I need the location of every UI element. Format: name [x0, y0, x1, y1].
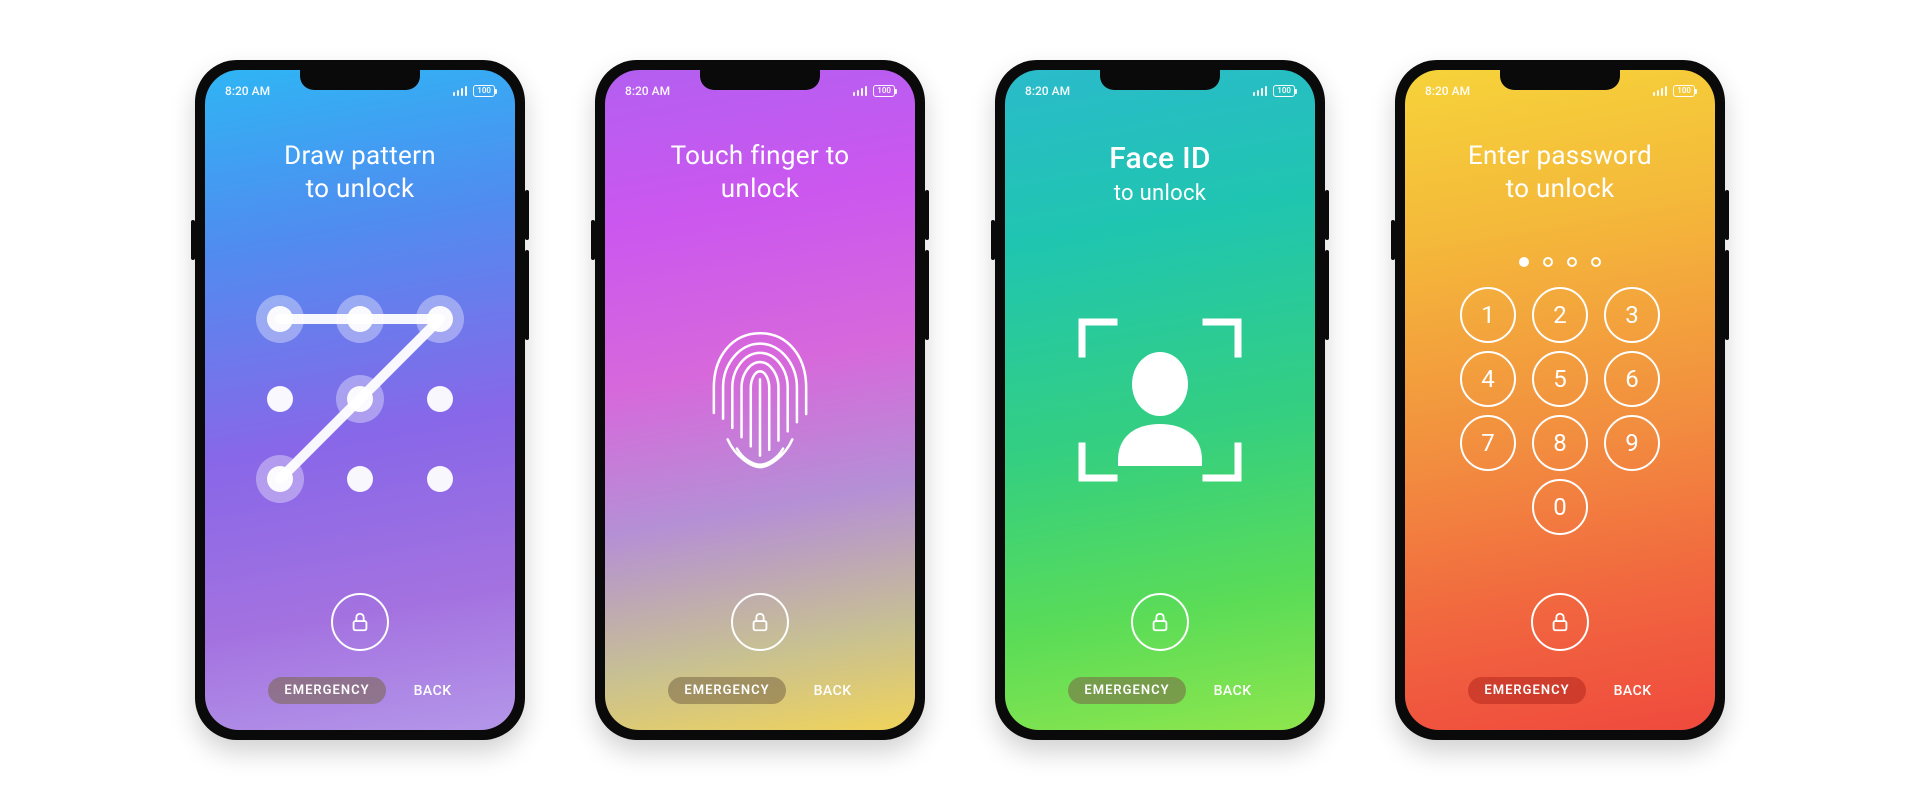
battery-icon: 100	[1273, 85, 1295, 97]
pattern-dot[interactable]	[267, 386, 293, 412]
pattern-dot[interactable]	[427, 386, 453, 412]
signal-icon	[1653, 86, 1668, 96]
status-time: 8:20 AM	[1025, 84, 1070, 98]
signal-icon	[853, 86, 868, 96]
emergency-button[interactable]: EMERGENCY	[268, 677, 385, 704]
keypad-5[interactable]: 5	[1532, 351, 1588, 407]
signal-icon	[453, 86, 468, 96]
back-button[interactable]: BACK	[1614, 683, 1652, 699]
signal-icon	[1253, 86, 1268, 96]
faceid-icon[interactable]	[1070, 310, 1250, 490]
unlock-title: Touch finger to unlock	[645, 140, 876, 205]
lock-button[interactable]	[331, 593, 389, 651]
lock-icon	[1149, 611, 1171, 633]
pattern-dot[interactable]	[347, 306, 373, 332]
screen-password: 8:20 AM 100 Enter password to unlock 1	[1405, 70, 1715, 730]
status-time: 8:20 AM	[1425, 84, 1470, 98]
emergency-button[interactable]: EMERGENCY	[1468, 677, 1585, 704]
pattern-dot[interactable]	[267, 466, 293, 492]
pin-keypad: 1 2 3 4 5 6 7 8 9 0	[1460, 257, 1660, 535]
emergency-button[interactable]: EMERGENCY	[668, 677, 785, 704]
phone-faceid: 8:20 AM 100 Face ID to unlock	[995, 60, 1325, 740]
battery-icon: 100	[473, 85, 495, 97]
keypad-0[interactable]: 0	[1532, 479, 1588, 535]
keypad-6[interactable]: 6	[1604, 351, 1660, 407]
keypad-3[interactable]: 3	[1604, 287, 1660, 343]
password-dot	[1543, 257, 1553, 267]
screen-fingerprint: 8:20 AM 100 Touch finger to unlock	[605, 70, 915, 730]
keypad-1[interactable]: 1	[1460, 287, 1516, 343]
status-time: 8:20 AM	[625, 84, 670, 98]
pattern-dot[interactable]	[347, 466, 373, 492]
keypad-7[interactable]: 7	[1460, 415, 1516, 471]
fingerprint-icon[interactable]	[700, 324, 820, 474]
keypad-8[interactable]: 8	[1532, 415, 1588, 471]
lock-icon	[349, 611, 371, 633]
lock-icon	[1549, 611, 1571, 633]
keypad-4[interactable]: 4	[1460, 351, 1516, 407]
pattern-grid[interactable]	[255, 294, 465, 504]
back-button[interactable]: BACK	[414, 683, 452, 699]
status-bar: 8:20 AM 100	[1005, 84, 1315, 98]
password-dot	[1519, 257, 1529, 267]
lock-button[interactable]	[1531, 593, 1589, 651]
emergency-button[interactable]: EMERGENCY	[1068, 677, 1185, 704]
pattern-dot[interactable]	[347, 386, 373, 412]
status-time: 8:20 AM	[225, 84, 270, 98]
status-bar: 8:20 AM 100	[205, 84, 515, 98]
password-dot	[1591, 257, 1601, 267]
back-button[interactable]: BACK	[1214, 683, 1252, 699]
unlock-title: Face ID to unlock	[1083, 140, 1237, 207]
battery-icon: 100	[873, 85, 895, 97]
keypad-9[interactable]: 9	[1604, 415, 1660, 471]
pattern-dot[interactable]	[427, 466, 453, 492]
status-bar: 8:20 AM 100	[605, 84, 915, 98]
battery-icon: 100	[1673, 85, 1695, 97]
screen-pattern: 8:20 AM 100 Draw pattern to unlock	[205, 70, 515, 730]
phone-pattern: 8:20 AM 100 Draw pattern to unlock	[195, 60, 525, 740]
password-dot	[1567, 257, 1577, 267]
lock-button[interactable]	[731, 593, 789, 651]
phone-fingerprint: 8:20 AM 100 Touch finger to unlock	[595, 60, 925, 740]
pattern-dot[interactable]	[267, 306, 293, 332]
phone-password: 8:20 AM 100 Enter password to unlock 1	[1395, 60, 1725, 740]
password-progress	[1519, 257, 1601, 267]
back-button[interactable]: BACK	[814, 683, 852, 699]
unlock-title: Draw pattern to unlock	[258, 140, 462, 205]
lock-button[interactable]	[1131, 593, 1189, 651]
unlock-title: Enter password to unlock	[1442, 140, 1678, 205]
pattern-dot[interactable]	[427, 306, 453, 332]
status-bar: 8:20 AM 100	[1405, 84, 1715, 98]
keypad-2[interactable]: 2	[1532, 287, 1588, 343]
lock-icon	[749, 611, 771, 633]
screen-faceid: 8:20 AM 100 Face ID to unlock	[1005, 70, 1315, 730]
